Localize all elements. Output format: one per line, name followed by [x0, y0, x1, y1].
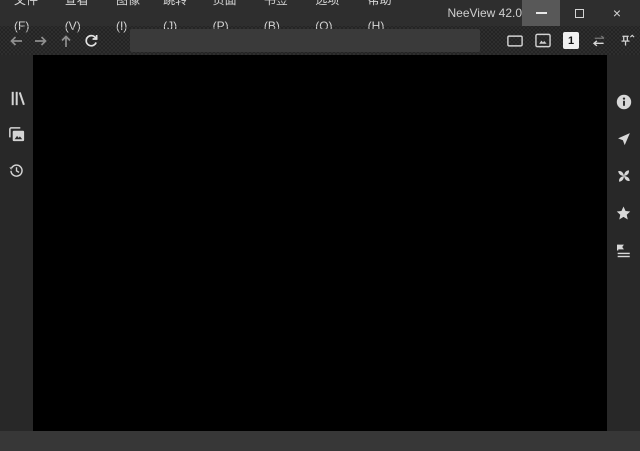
close-button[interactable]: × [598, 0, 636, 26]
panorama-view-button[interactable] [507, 30, 523, 52]
window-controls: × [522, 0, 636, 26]
history-icon [8, 162, 25, 179]
information-icon [616, 94, 632, 110]
up-arrow-icon [58, 33, 74, 49]
maximize-icon [575, 9, 584, 18]
refresh-icon [83, 32, 99, 49]
single-page-button[interactable]: 1 [563, 30, 579, 52]
maximize-button[interactable] [560, 0, 598, 26]
forward-button[interactable] [33, 30, 49, 52]
back-arrow-icon [8, 33, 24, 49]
title-bar: 文件(F) 查看(V) 图像(I) 跳转(J) 页面(P) 书签(B) 选项(O… [0, 0, 640, 26]
close-icon: × [613, 6, 621, 20]
toolbar: 1 [0, 26, 640, 55]
bookmark-star-icon [615, 205, 632, 222]
refresh-button[interactable] [83, 30, 99, 52]
image-view-button[interactable] [535, 30, 551, 52]
playlist-panel-button[interactable] [613, 240, 635, 260]
read-direction-button[interactable] [591, 30, 607, 52]
right-panel-rail [607, 55, 640, 431]
bookmark-panel-button[interactable] [613, 203, 635, 223]
left-panel-rail [0, 55, 33, 431]
single-page-icon: 1 [563, 32, 579, 49]
navigator-panel-button[interactable] [613, 129, 635, 149]
photo-album-icon [7, 125, 26, 144]
menu-pin-button[interactable] [619, 30, 635, 52]
menu-pin-icon [619, 32, 635, 49]
history-panel-button[interactable] [6, 160, 28, 180]
nav-button-group [8, 26, 99, 55]
bookshelf-panel-button[interactable] [6, 88, 28, 108]
back-button[interactable] [8, 30, 24, 52]
forward-arrow-icon [33, 33, 49, 49]
window-title: NeeView 42.0 [448, 6, 523, 20]
read-direction-swap-icon [591, 33, 607, 49]
bookshelf-icon [7, 89, 26, 108]
panorama-frame-icon [507, 34, 523, 48]
photo-album-panel-button[interactable] [6, 124, 28, 144]
up-button[interactable] [58, 30, 74, 52]
minimize-icon [536, 12, 547, 14]
view-button-group: 1 [507, 26, 635, 55]
image-view-icon [535, 33, 551, 48]
navigator-icon [615, 131, 632, 148]
main-area [0, 55, 640, 431]
playlist-icon [615, 243, 632, 258]
effect-pinwheel-icon [615, 167, 633, 185]
information-panel-button[interactable] [613, 92, 635, 112]
status-bar [0, 431, 640, 451]
neeview-window: 文件(F) 查看(V) 图像(I) 跳转(J) 页面(P) 书签(B) 选项(O… [0, 0, 640, 451]
address-bar[interactable] [130, 29, 480, 52]
image-canvas[interactable] [33, 55, 607, 431]
minimize-button[interactable] [522, 0, 560, 26]
effect-panel-button[interactable] [613, 166, 635, 186]
